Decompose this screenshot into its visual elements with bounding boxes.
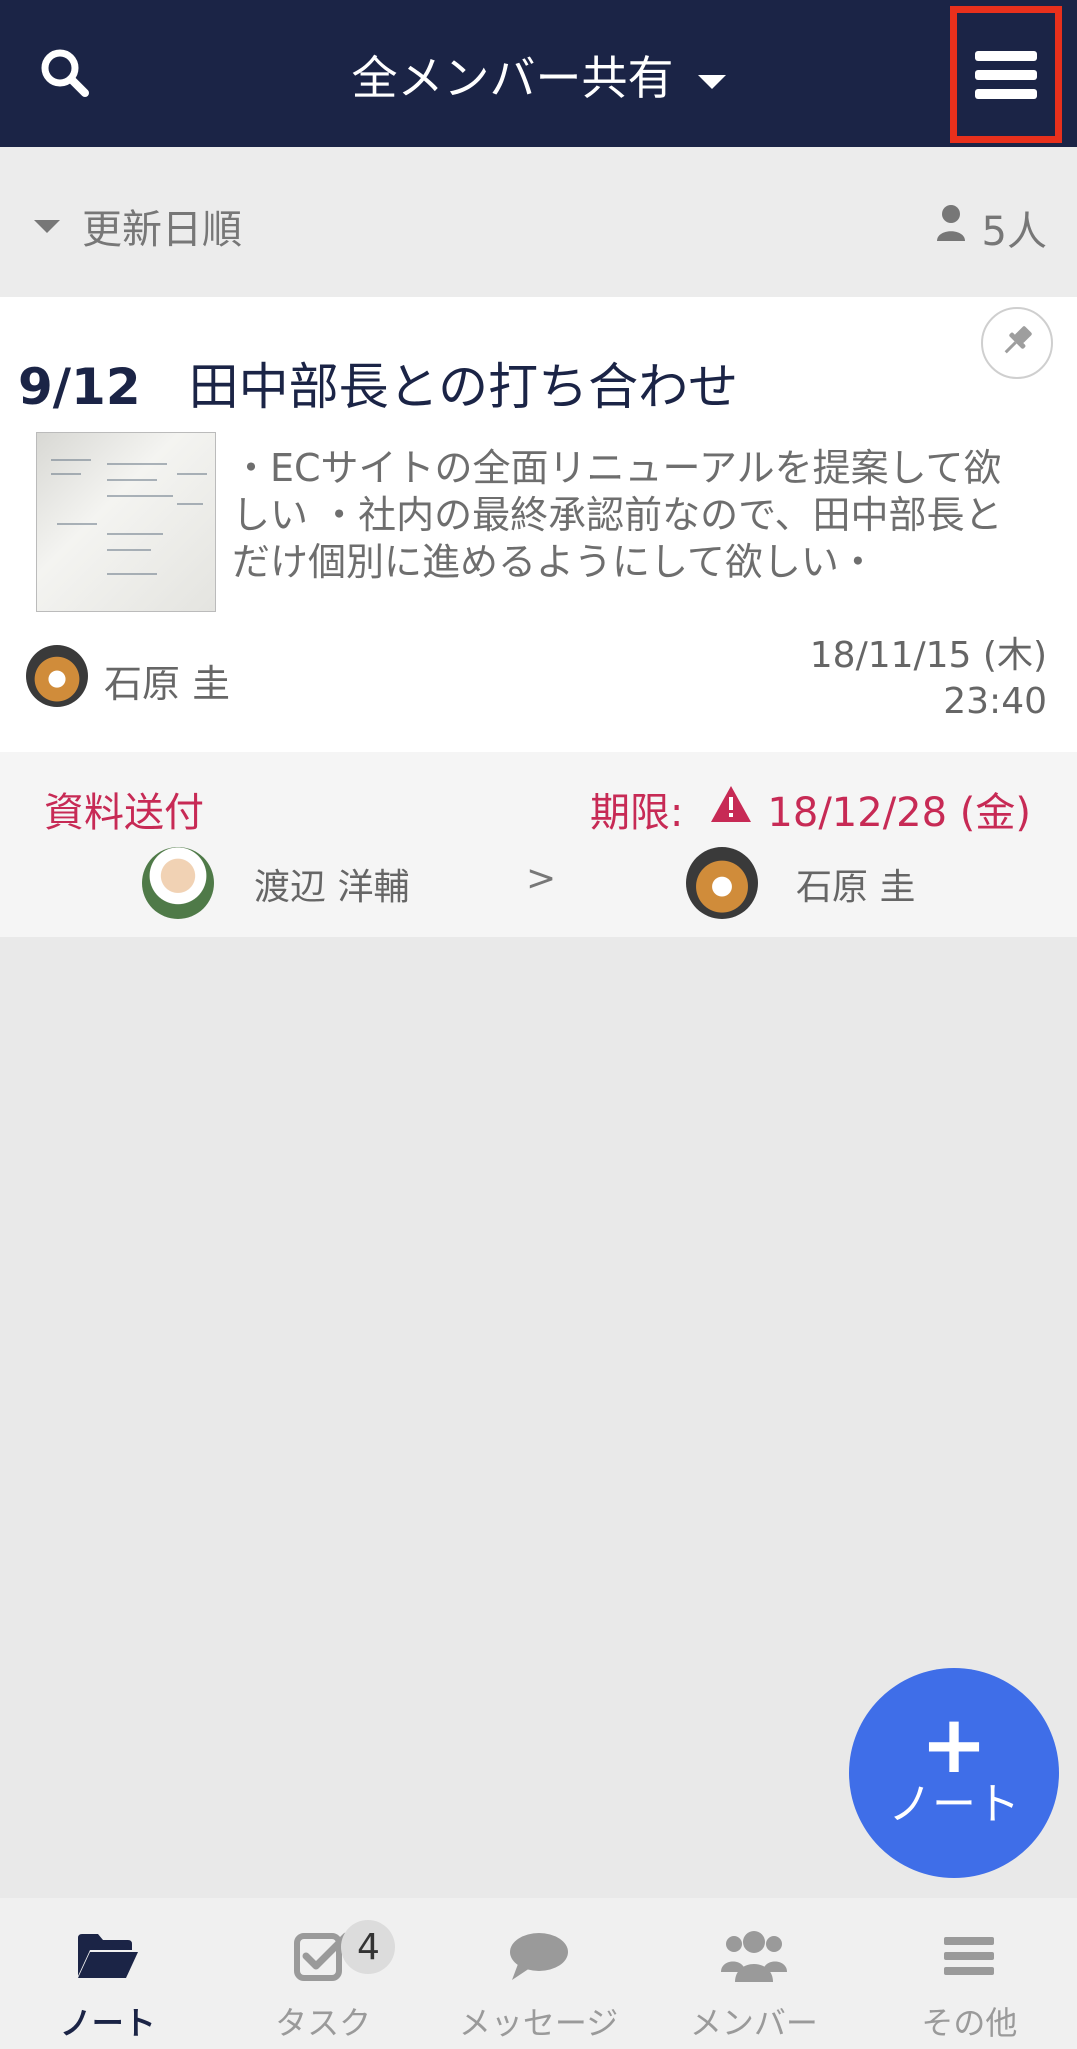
tab-messages-label: メッセージ xyxy=(458,2004,619,2042)
group-title: 全メンバー共有 xyxy=(351,51,674,105)
member-count-button[interactable]: 5人 xyxy=(936,199,1047,257)
top-app-bar: 全メンバー共有 xyxy=(0,0,1077,147)
plus-icon: + xyxy=(920,1698,988,1791)
tab-notes[interactable]: ノート xyxy=(0,1898,215,2049)
note-date: 9/12 xyxy=(18,358,141,416)
tab-other[interactable]: その他 xyxy=(862,1898,1077,2049)
folder-open-icon xyxy=(76,1926,140,1986)
sort-order-button[interactable]: 更新日順 xyxy=(34,197,242,255)
task-deadline: 期限: 18/12/28 (金) xyxy=(590,780,1031,838)
menu-icon xyxy=(942,1926,996,1986)
group-selector[interactable]: 全メンバー共有 xyxy=(0,48,1077,108)
task-card[interactable]: 資料送付 期限: 18/12/28 (金) 渡辺 洋輔 > 石原 圭 xyxy=(0,752,1077,937)
tab-tasks[interactable]: タスク 4 xyxy=(215,1898,430,2049)
updated-timestamp: 18/11/15 (木) 23:40 xyxy=(810,633,1047,725)
updated-date: 18/11/15 (木) xyxy=(809,635,1047,676)
task-count-badge: 4 xyxy=(341,1920,396,1974)
chat-bubble-icon xyxy=(508,1926,570,1986)
sort-bar: 更新日順 5人 xyxy=(0,147,1077,297)
tab-notes-label: ノート xyxy=(59,2004,156,2042)
task-title: 資料送付 xyxy=(44,790,204,836)
assignee-name: 石原 圭 xyxy=(796,867,916,908)
assignment-arrow: > xyxy=(526,858,557,899)
caret-down-icon xyxy=(34,219,60,233)
member-count: 5人 xyxy=(981,209,1047,255)
new-note-label: ノート xyxy=(888,1779,1020,1830)
person-icon xyxy=(936,204,966,252)
deadline-date: 18/12/28 (金) xyxy=(767,790,1031,836)
note-thumbnail xyxy=(36,432,216,612)
tab-tasks-label: タスク xyxy=(275,2004,372,2042)
author-name: 石原 圭 xyxy=(104,662,231,706)
chevron-down-icon xyxy=(697,74,726,89)
users-icon xyxy=(719,1926,789,1986)
tab-members[interactable]: メンバー xyxy=(646,1898,861,2049)
new-note-button[interactable]: + ノート xyxy=(849,1668,1059,1878)
deadline-label: 期限: xyxy=(589,790,684,836)
note-title-text: 田中部長との打ち合わせ xyxy=(188,358,739,416)
tab-messages[interactable]: メッセージ xyxy=(431,1898,646,2049)
author-avatar xyxy=(26,645,88,707)
warning-icon xyxy=(709,784,753,834)
assigner-avatar xyxy=(142,847,214,919)
assigner-name: 渡辺 洋輔 xyxy=(254,867,410,908)
tab-members-label: メンバー xyxy=(689,2004,818,2042)
pin-button[interactable] xyxy=(981,307,1053,379)
assignee-avatar xyxy=(686,847,758,919)
note-preview: ・ECサイトの全面リニューアルを提案して欲しい ・社内の最終承認前なので、田中部… xyxy=(232,446,1003,584)
sort-label: 更新日順 xyxy=(82,207,242,253)
bottom-tab-bar: ノート タスク 4 メッセージ メンバー その他 xyxy=(0,1898,1077,2049)
pin-icon xyxy=(997,321,1037,365)
updated-time: 23:40 xyxy=(943,681,1047,722)
hamburger-menu-icon xyxy=(975,42,1037,108)
hamburger-menu-button[interactable] xyxy=(950,6,1062,143)
note-card[interactable]: 9/12 田中部長との打ち合わせ ・ECサイトの全面リニューアルを提案して欲しい … xyxy=(0,297,1077,752)
tab-other-label: その他 xyxy=(921,2004,1018,2042)
note-title: 9/12 田中部長との打ち合わせ xyxy=(18,347,738,419)
